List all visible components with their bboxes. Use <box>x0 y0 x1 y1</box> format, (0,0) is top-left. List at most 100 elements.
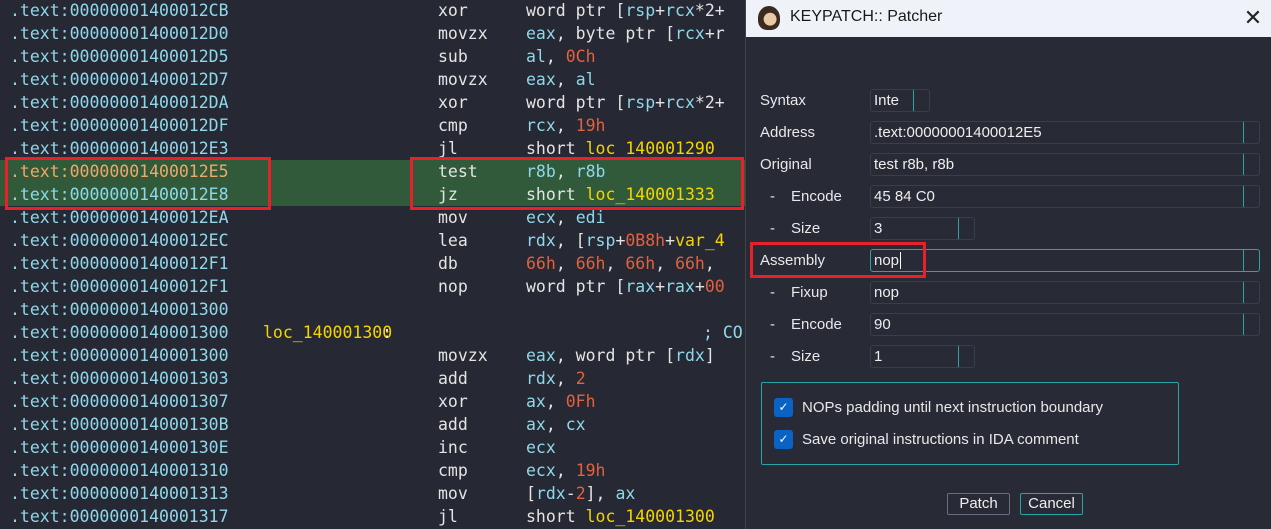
listing-row[interactable]: .text:00000001400012EC lea rdx, [rsp+0B8h+… <box>0 229 745 252</box>
address: .text:0000000140001307 <box>10 392 229 411</box>
operand-token: 0Ch <box>565 47 596 66</box>
original-encode-field[interactable]: 45 84 C0 <box>870 185 1260 208</box>
mnemonic: movzx <box>438 346 488 365</box>
listing-row[interactable]: .text:0000000140001300 movzx eax, word ptr… <box>0 344 745 367</box>
new-size-field[interactable]: 1 <box>870 345 975 368</box>
keypatch-dialog: KEYPATCH:: Patcher ✕ Syntax Inte Address… <box>745 0 1271 529</box>
operands: ecx <box>526 436 556 459</box>
mnemonic: mov <box>438 484 468 503</box>
mnemonic: nop <box>438 277 468 296</box>
operands: word ptr [rsp+rcx*2+ <box>526 91 725 114</box>
operand-token: , <box>545 415 566 434</box>
save-comment-checkbox[interactable]: ✓ <box>774 430 793 449</box>
address: .text:00000001400012D0 <box>10 24 229 43</box>
mnemonic: cmp <box>438 461 468 480</box>
save-comment-label[interactable]: Save original instructions in IDA commen… <box>802 430 1079 450</box>
listing-row[interactable]: .text:00000001400012D5 sub al, 0Ch <box>0 45 745 68</box>
operand-token: + <box>694 277 705 296</box>
operand-token: eax <box>526 70 556 89</box>
fixup-field[interactable]: nop <box>870 281 1260 304</box>
operand-token: *2+ <box>694 93 725 112</box>
listing-row[interactable]: .text:0000000140001310 cmp ecx, 19h <box>0 459 745 482</box>
close-icon[interactable]: ✕ <box>1239 4 1267 32</box>
operand-token: 66h <box>526 254 556 273</box>
operand-token: , <box>555 461 576 480</box>
listing-row[interactable]: .text:00000001400012D0 movzx eax, byte ptr… <box>0 22 745 45</box>
listing-row[interactable]: .text:0000000140001300 <box>0 298 745 321</box>
operand-token: edi <box>575 208 606 227</box>
operand-token: 19h <box>575 461 606 480</box>
operand-token: word ptr [ <box>526 93 626 112</box>
address-label: Address <box>760 124 816 141</box>
listing-row[interactable]: .text:00000001400012DA xor word ptr [rsp+r… <box>0 91 745 114</box>
operands: eax, word ptr [rdx] <box>526 344 715 367</box>
address-field[interactable]: .text:00000001400012E5 <box>870 121 1260 144</box>
operand-token: short <box>526 139 586 158</box>
operand-token: 19h <box>575 116 606 135</box>
syntax-select[interactable]: Inte <box>870 89 930 112</box>
original-size-label: Size <box>791 220 821 237</box>
original-label: Original <box>760 156 812 173</box>
listing-row[interactable]: .text:00000001400012D7 movzx eax, al <box>0 68 745 91</box>
operands: word ptr [rax+rax+00 <box>526 275 725 298</box>
operand-token: , <box>655 254 676 273</box>
operand-token: rsp <box>585 231 616 250</box>
listing-row[interactable]: .text:00000001400012CB xor word ptr [rsp+r… <box>0 0 745 22</box>
listing-row[interactable]: .text:00000001400012F1 nop word ptr [rax+r… <box>0 275 745 298</box>
listing-row[interactable]: .text:00000001400012F1 db 66h, 66h, 66h, 6… <box>0 252 745 275</box>
options-group <box>761 382 1179 465</box>
address: .text:00000001400012D7 <box>10 70 229 89</box>
mnemonic: jl <box>438 507 458 526</box>
patch-button[interactable]: Patch <box>947 493 1010 515</box>
dialog-title: KEYPATCH:: Patcher <box>790 8 943 25</box>
operand-token: + <box>655 93 666 112</box>
new-encode-label: Encode <box>791 316 842 333</box>
address: .text:00000001400012DF <box>10 116 229 135</box>
cancel-button[interactable]: Cancel <box>1020 493 1083 515</box>
disassembly-listing[interactable]: .text:00000001400012CB xor word ptr [rsp+r… <box>0 0 750 529</box>
listing-row[interactable]: .text:0000000140001303 add rdx, 2 <box>0 367 745 390</box>
original-field[interactable]: test r8b, r8b <box>870 153 1260 176</box>
new-encode-field[interactable]: 90 <box>870 313 1260 336</box>
address: .text:00000001400012EC <box>10 231 229 250</box>
operand-token: , <box>555 116 576 135</box>
operand-token: *2+ <box>694 1 725 20</box>
operand-token: word ptr [ <box>526 277 626 296</box>
operand-token: + <box>655 277 666 296</box>
nop-padding-checkbox[interactable]: ✓ <box>774 398 793 417</box>
operand-token: rcx <box>526 116 556 135</box>
nop-padding-label[interactable]: NOPs padding until next instruction boun… <box>802 398 1103 418</box>
operand-token: , <box>704 254 715 273</box>
listing-row[interactable]: .text:0000000140001300 loc_140001300: ; CO <box>0 321 745 344</box>
original-size-field[interactable]: 3 <box>870 217 975 240</box>
operand-token: rdx <box>526 231 556 250</box>
address: .text:0000000140001300 <box>10 346 229 365</box>
operand-token: rax <box>665 277 695 296</box>
operand-token: ax <box>526 415 546 434</box>
listing-row[interactable]: .text:0000000140001307 xor ax, 0Fh <box>0 390 745 413</box>
operand-token: loc_140001300 <box>585 507 715 526</box>
listing-row[interactable]: .text:000000014000130E inc ecx <box>0 436 745 459</box>
listing-row[interactable]: .text:0000000140001313 mov [rdx-2], ax <box>0 482 745 505</box>
operand-token: , <box>555 70 576 89</box>
dash: - <box>770 220 775 237</box>
label-colon: : <box>382 323 392 342</box>
listing-row[interactable]: .text:000000014000130B add ax, cx <box>0 413 745 436</box>
operand-token: + <box>615 231 626 250</box>
address: .text:000000014000130E <box>10 438 229 457</box>
operand-token: 66h <box>675 254 705 273</box>
operand-token: , <box>555 369 576 388</box>
operand-token: , <box>545 392 566 411</box>
operand-token: ecx <box>526 461 556 480</box>
operand-token: rax <box>625 277 656 296</box>
listing-row[interactable]: .text:00000001400012DF cmp rcx, 19h <box>0 114 745 137</box>
operand-token: , [ <box>555 231 586 250</box>
operand-token: cx <box>565 415 586 434</box>
operand-token: + <box>655 1 666 20</box>
listing-row[interactable]: .text:0000000140001317 jl short loc_140001… <box>0 505 745 528</box>
operand-token: rdx <box>535 484 566 503</box>
mnemonic: movzx <box>438 70 488 89</box>
operands: al, 0Ch <box>526 45 596 68</box>
assembly-input[interactable]: nop <box>870 249 1260 272</box>
operand-token: ], <box>585 484 616 503</box>
